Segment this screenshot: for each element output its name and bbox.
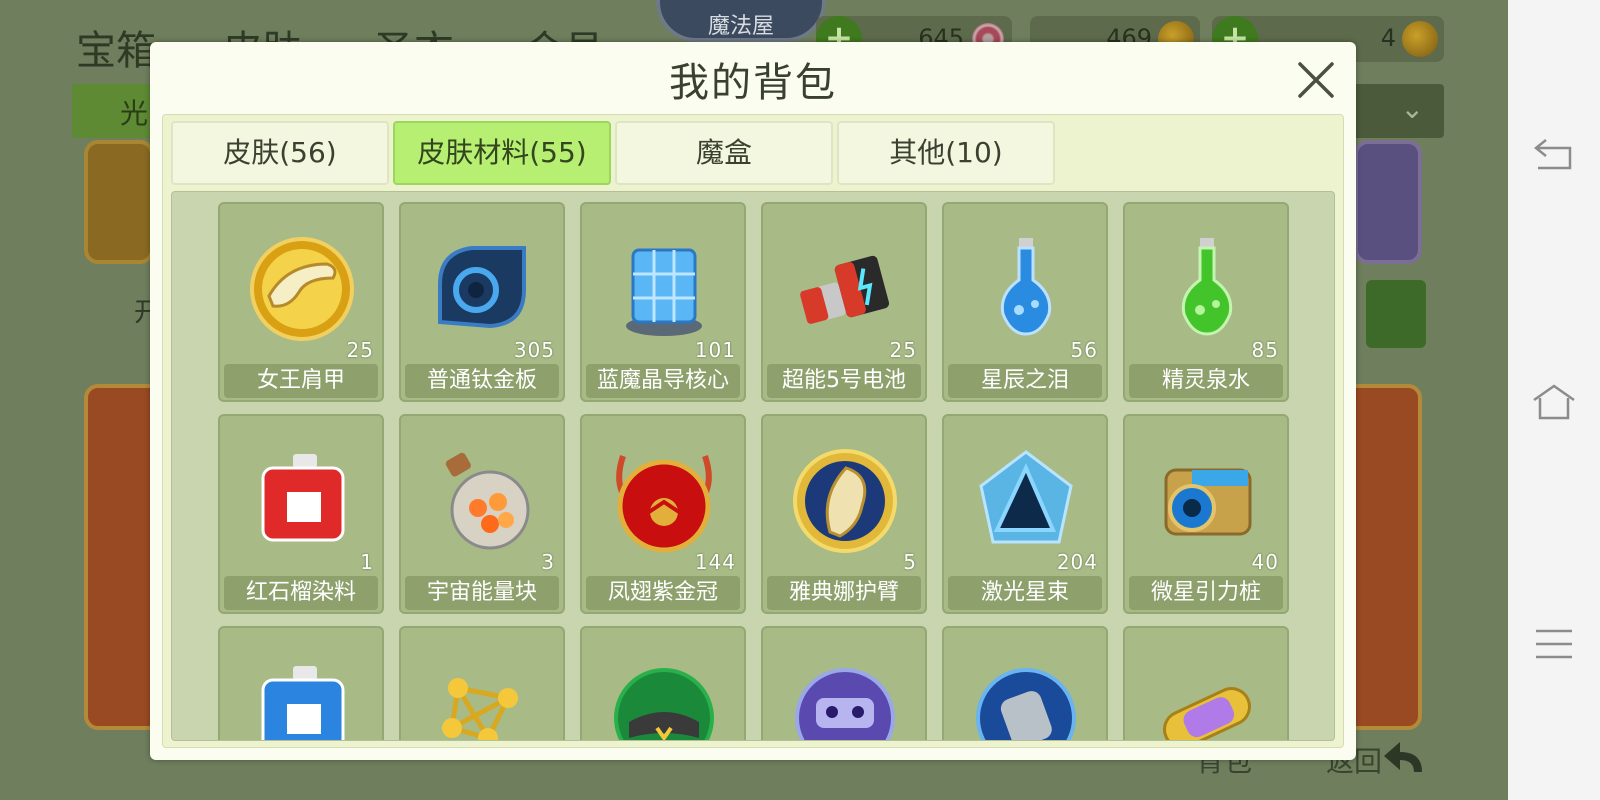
close-icon [1298, 62, 1334, 98]
dialog-title: 我的背包 [669, 60, 837, 106]
item-name: 女王肩甲 [224, 364, 378, 398]
athena-bracer-icon [793, 449, 897, 553]
inventory-item[interactable] [942, 626, 1108, 740]
item-name: 普通钛金板 [405, 364, 559, 398]
system-navigation-bar [1508, 0, 1600, 800]
blue-flask-icon [1000, 238, 1052, 336]
currency-gem-value: 4 [1380, 24, 1396, 52]
inventory-item[interactable]: 305 普通钛金板 [399, 202, 565, 402]
item-name: 雅典娜护臂 [767, 576, 921, 610]
item-name: 超能5号电池 [767, 364, 921, 398]
green-helmet-icon [614, 668, 714, 740]
close-button[interactable] [1292, 56, 1340, 104]
inventory-item[interactable] [761, 626, 927, 740]
item-name: 宇宙能量块 [405, 576, 559, 610]
item-count: 56 [1070, 338, 1098, 362]
menu-icon [1536, 629, 1572, 659]
item-count: 305 [513, 338, 555, 362]
item-name: 凤翅紫金冠 [586, 576, 740, 610]
system-back-button[interactable] [1508, 124, 1600, 184]
gold-coin-icon [1402, 21, 1438, 57]
backpack-panel: 皮肤(56) 皮肤材料(55) 魔盒 其他(10) 25 女王肩甲 305 普通… [162, 114, 1344, 748]
item-count: 25 [889, 338, 917, 362]
item-count: 85 [1251, 338, 1279, 362]
bg-card-left-top [84, 140, 154, 264]
titanium-plate-icon [438, 246, 526, 329]
item-count: 3 [541, 550, 555, 574]
inventory-item[interactable] [1123, 626, 1289, 740]
item-count: 5 [903, 550, 917, 574]
green-flask-icon [1181, 238, 1233, 336]
inventory-item[interactable] [399, 626, 565, 740]
phoenix-crown-icon [616, 455, 712, 553]
purple-capsule-icon [1163, 687, 1251, 740]
battery-icon [800, 255, 890, 324]
inventory-item[interactable]: 204 激光星束 [942, 414, 1108, 614]
item-count: 101 [694, 338, 736, 362]
item-count: 25 [346, 338, 374, 362]
back-icon [1533, 139, 1572, 170]
item-name: 蓝魔晶导核心 [586, 364, 740, 398]
system-home-button[interactable] [1508, 372, 1600, 432]
queen-shoulder-armor-icon [250, 237, 354, 341]
gravity-device-icon [1164, 468, 1252, 536]
item-count: 144 [694, 550, 736, 574]
inventory-item[interactable]: 144 凤翅紫金冠 [580, 414, 746, 614]
magic-house-sign: 魔法屋 [656, 0, 826, 42]
inventory-item[interactable]: 5 雅典娜护臂 [761, 414, 927, 614]
inventory-item[interactable]: 25 女王肩甲 [218, 202, 384, 402]
gold-molecule-icon [442, 678, 518, 740]
bg-card-right-top [1354, 140, 1422, 264]
blue-dye-canister-icon [261, 666, 345, 740]
item-name: 星辰之泪 [948, 364, 1102, 398]
item-name: 激光星束 [948, 576, 1102, 610]
item-name: 红石榴染料 [224, 576, 378, 610]
energy-bottle-icon [445, 452, 530, 550]
item-name: 精灵泉水 [1129, 364, 1283, 398]
inventory-item[interactable]: 85 精灵泉水 [1123, 202, 1289, 402]
inventory-item[interactable] [580, 626, 746, 740]
tab-skins[interactable]: 皮肤(56) [171, 121, 389, 185]
bg-tab-treasure: 宝箱 [76, 28, 156, 74]
blue-crystal-core-icon [626, 248, 702, 336]
bg-filter-label: 光 [72, 84, 152, 138]
inventory-item[interactable]: 101 蓝魔晶导核心 [580, 202, 746, 402]
red-dye-canister-icon [261, 454, 345, 542]
tab-other[interactable]: 其他(10) [837, 121, 1055, 185]
item-count: 40 [1251, 550, 1279, 574]
robot-arm-icon [976, 668, 1076, 740]
item-count: 204 [1056, 550, 1098, 574]
inventory-item[interactable]: 56 星辰之泪 [942, 202, 1108, 402]
laser-crystal-icon [979, 450, 1073, 544]
tab-magic-box[interactable]: 魔盒 [615, 121, 833, 185]
item-name: 微星引力桩 [1129, 576, 1283, 610]
home-icon [1533, 384, 1575, 420]
backpack-dialog: 我的背包 皮肤(56) 皮肤材料(55) 魔盒 其他(10) 25 女王肩甲 3… [150, 42, 1356, 760]
back-arrow-icon [1384, 742, 1422, 772]
inventory-item[interactable]: 1 红石榴染料 [218, 414, 384, 614]
bg-green-button [1366, 280, 1426, 348]
inventory-item[interactable]: 40 微星引力桩 [1123, 414, 1289, 614]
chevron-down-icon: ⌄ [1400, 92, 1424, 125]
inventory-item[interactable]: 25 超能5号电池 [761, 202, 927, 402]
item-count: 1 [360, 550, 374, 574]
system-recents-button[interactable] [1508, 614, 1600, 674]
purple-mask-icon [795, 668, 895, 740]
tab-skin-materials[interactable]: 皮肤材料(55) [393, 121, 611, 185]
inventory-item[interactable] [218, 626, 384, 740]
inventory-item[interactable]: 3 宇宙能量块 [399, 414, 565, 614]
item-grid[interactable]: 25 女王肩甲 305 普通钛金板 101 蓝魔晶导核心 25 超能5号电池 5… [171, 191, 1335, 741]
